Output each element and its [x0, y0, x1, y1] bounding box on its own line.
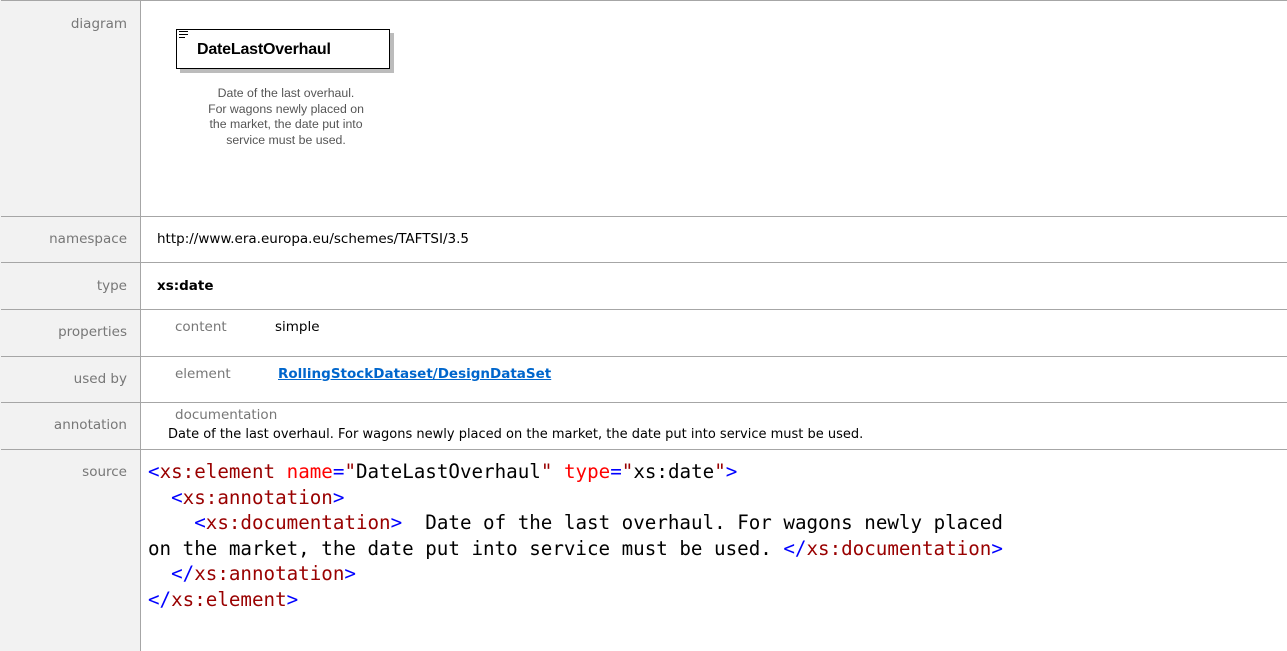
- row-divider: [0, 402, 1287, 403]
- row-divider: [0, 356, 1287, 357]
- element-diagram-name: DateLastOverhaul: [197, 41, 331, 58]
- code-line: <xs:element name="DateLastOverhaul" type…: [148, 460, 738, 483]
- used-by-key: element: [175, 366, 231, 382]
- code-line: </xs:annotation>: [171, 562, 356, 586]
- annotation-value: Date of the last overhaul. For wagons ne…: [168, 427, 864, 442]
- row-divider: [0, 262, 1287, 263]
- row-divider: [0, 0, 1287, 1]
- element-diagram-box[interactable]: DateLastOverhaul: [176, 29, 390, 69]
- table-top-border: [0, 0, 1, 651]
- row-label-annotation: annotation: [53, 417, 127, 433]
- code-line: <xs:annotation>: [171, 485, 345, 509]
- row-label-properties: properties: [58, 324, 127, 340]
- code-line: on the market, the date put into service…: [148, 536, 1003, 560]
- element-annotation-icon: [179, 31, 188, 41]
- row-label-source: source: [82, 464, 127, 480]
- code-line: <xs:documentation> Date of the last over…: [194, 511, 1003, 535]
- column-divider: [140, 0, 141, 651]
- diagram-documentation: Date of the last overhaul. For wagons ne…: [186, 86, 386, 148]
- diagram-doc-line: service must be used.: [226, 132, 346, 147]
- properties-key: content: [175, 319, 227, 335]
- row-divider: [0, 309, 1287, 310]
- row-label-diagram: diagram: [70, 16, 127, 32]
- used-by-link[interactable]: RollingStockDataset/DesignDataSet: [278, 366, 551, 382]
- diagram-doc-line: Date of the last overhaul.: [217, 86, 355, 100]
- namespace-value: http://www.era.europa.eu/schemes/TAFTSI/…: [157, 231, 470, 247]
- source-code: <xs:element name="DateLastOverhaul" type…: [148, 459, 1003, 613]
- row-divider: [0, 449, 1287, 450]
- row-label-used-by: used by: [73, 371, 127, 387]
- row-label-type: type: [96, 278, 127, 294]
- row-label-namespace: namespace: [49, 231, 127, 247]
- diagram-doc-line: the market, the date put into: [209, 117, 363, 131]
- type-value: xs:date: [157, 278, 214, 294]
- annotation-key: documentation: [175, 407, 278, 423]
- properties-value: simple: [275, 319, 320, 335]
- code-line: </xs:element>: [148, 587, 299, 611]
- row-divider: [0, 216, 1287, 217]
- diagram-doc-line: For wagons newly placed on: [208, 101, 364, 116]
